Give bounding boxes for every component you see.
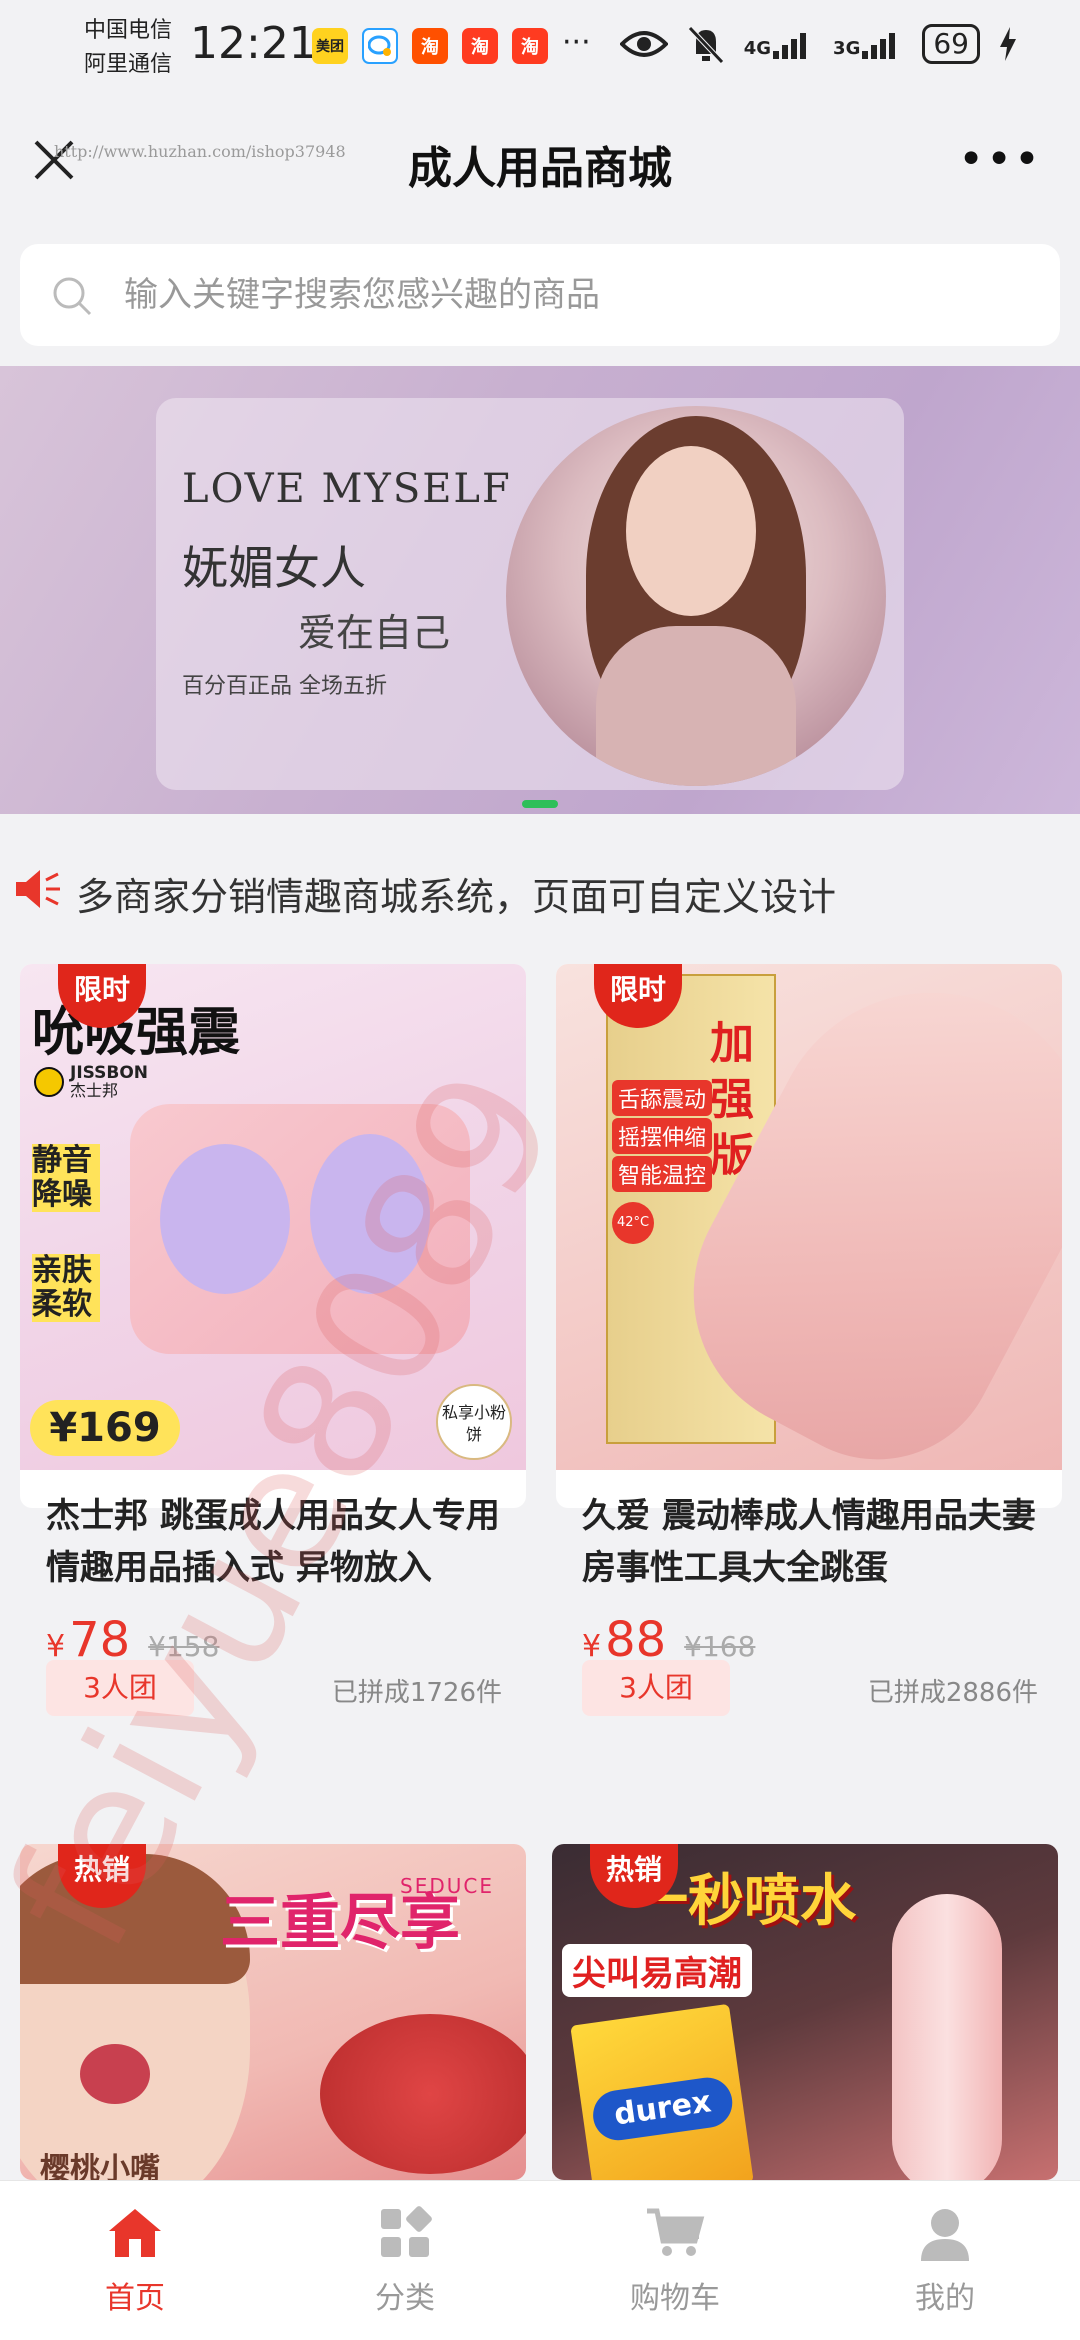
product-card[interactable]: 加强版 舌舔震动 摇摆伸缩 智能温控 42°C 限时 [556,964,1062,1508]
temperature-badge: 42°C [612,1202,654,1244]
carrier-secondary: 阿里通信 [84,52,173,77]
taobao-app-icon: 淘 [462,28,498,64]
price-badge: ¥169 [30,1400,180,1456]
banner-english-title: LOVE MYSELF [182,466,512,512]
charging-icon [1000,27,1016,61]
tab-label: 购物车 [630,2281,720,2316]
chat-app-icon [362,28,398,64]
more-menu-button[interactable]: ••• [958,138,1042,182]
feature-label: 亲肤柔软 [32,1254,100,1322]
product-info: 杰士邦 跳蛋成人用品女人专用情趣用品插入式 异物放入 ¥ 78 ¥158 3人团… [20,1470,526,1760]
carrier-info: 中国电信 阿里通信 [84,14,172,82]
product-image-text: SEDUCE [400,1874,494,1898]
product-title[interactable]: 杰士邦 跳蛋成人用品女人专用情趣用品插入式 异物放入 [46,1490,502,1594]
anime-character-illustration [20,1854,250,2180]
tab-profile[interactable]: 我的 [810,2181,1080,2340]
speaker-icon [16,870,60,908]
taobao-app-icon: 淘 [512,28,548,64]
sold-count: 已拼成2886件 [867,1678,1038,1708]
tab-label: 首页 [105,2281,165,2316]
banner-title: 妩媚女人 [182,541,366,595]
category-icon [381,2206,432,2257]
carrier-primary: 中国电信 [84,18,173,43]
carousel-indicator[interactable] [522,800,558,808]
meituan-app-icon: 美团 [312,28,348,64]
currency-symbol: ¥ [46,1629,66,1664]
home-icon [109,2209,161,2257]
product-card[interactable]: 吮吸强震 JISSBON 杰士邦 静音降噪 亲肤柔软 ¥169 私享小粉饼 限时 [20,964,526,1508]
tab-label: 我的 [915,2281,975,2316]
sold-count: 已拼成1726件 [331,1678,502,1708]
search-icon [53,277,92,316]
notification-icons: 美团 淘 淘 淘 ··· [312,28,591,64]
feature-label: 舌舔震动 [612,1080,713,1116]
user-icon [921,2209,969,2261]
original-price: ¥158 [148,1630,220,1663]
feature-label: 智能温控 [612,1156,713,1192]
status-bar: 中国电信 阿里通信 12:21 美团 淘 淘 淘 ··· 4G 3G 69 [0,0,1080,100]
system-status: 4G 3G 69 [619,24,1016,64]
promo-banner[interactable]: LOVE MYSELF 妩媚女人 爱在自己 百分百正品 全场五折 [0,366,1080,814]
eye-icon [619,31,668,57]
nav-bar: http://www.huzhan.com/ishop37948 成人用品商城 … [0,100,1080,224]
product-box: durex [570,2003,754,2180]
product-card[interactable]: 一秒喷水 尖叫易高潮 durex 热销 [552,1844,1058,2180]
product-card[interactable]: 三重尽享 SEDUCE 樱桃小嘴 热销 [20,1844,526,2180]
group-buy-button[interactable]: 3人团 [46,1660,194,1716]
feature-label: 静音降噪 [32,1144,100,1212]
group-buy-button[interactable]: 3人团 [582,1660,730,1716]
tab-category[interactable]: 分类 [270,2181,540,2340]
product-seal: 私享小粉饼 [436,1384,512,1460]
search-bar[interactable] [20,244,1060,346]
product-grid: 吮吸强震 JISSBON 杰士邦 静音降噪 亲肤柔软 ¥169 私享小粉饼 限时 … [0,964,1080,2180]
feature-label: 摇摆伸缩 [612,1118,713,1154]
product-info: 久爱 震动棒成人情趣用品夫妻房事性工具大全跳蛋 ¥ 88 ¥168 3人团 已拼… [556,1470,1062,1760]
signal-3g-icon: 3G [833,29,902,59]
product-title[interactable]: 久爱 震动棒成人情趣用品夫妻房事性工具大全跳蛋 [582,1490,1038,1594]
product-image-text: 樱桃小嘴 [40,2152,160,2180]
announcement-bar[interactable]: 多商家分销情趣商城系统，页面可自定义设计 [0,814,1080,964]
cart-icon [647,2208,705,2256]
bottom-tab-bar: 首页 分类 购物车 我的 [0,2180,1080,2340]
search-section [0,224,1080,366]
original-price: ¥168 [684,1630,756,1663]
product-image-text: 尖叫易高潮 [562,1944,752,1997]
status-clock: 12:21 [190,18,317,69]
banner-model-photo [506,406,886,786]
product-image[interactable]: 吮吸强震 JISSBON 杰士邦 静音降噪 亲肤柔软 ¥169 私享小粉饼 [20,964,526,1470]
currency-symbol: ¥ [582,1629,602,1664]
taobao-app-icon: 淘 [412,28,448,64]
banner-caption: 百分百正品 全场五折 [182,674,387,699]
battery-indicator: 69 [922,24,980,64]
product-photo [130,1104,470,1354]
announcement-text: 多商家分销情趣商城系统，页面可自定义设计 [76,875,837,919]
tab-cart[interactable]: 购物车 [540,2181,810,2340]
product-photo [892,1894,1002,2180]
brand-logo: JISSBON 杰士邦 [34,1064,148,1100]
brand-logo: durex [589,2074,736,2144]
search-input[interactable] [124,244,1024,346]
mute-icon [687,26,724,64]
signal-4g-icon: 4G [744,29,813,59]
page-title: 成人用品商城 [408,143,672,194]
product-photo [320,2014,526,2174]
banner-subtitle: 爱在自己 [298,611,451,655]
product-image[interactable]: 加强版 舌舔震动 摇摆伸缩 智能温控 42°C [556,964,1062,1470]
tab-home[interactable]: 首页 [0,2181,270,2340]
more-notifications-icon: ··· [562,25,591,60]
tab-label: 分类 [375,2281,435,2316]
